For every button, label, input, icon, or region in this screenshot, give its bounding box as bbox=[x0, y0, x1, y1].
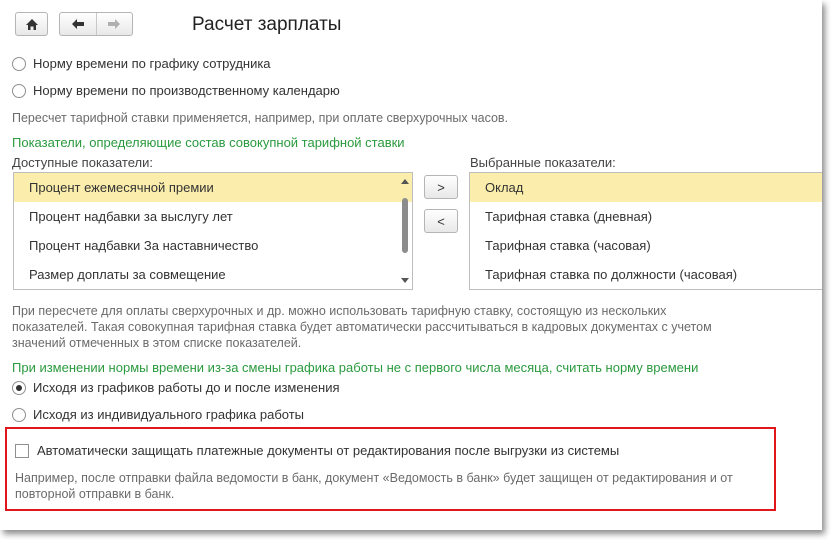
radio-button[interactable] bbox=[12, 407, 26, 422]
list-item[interactable]: Процент надбавки за выслугу лет bbox=[14, 202, 412, 231]
indicators-hint-line2: показателей. Такая совокупная тарифная с… bbox=[12, 320, 712, 334]
schedule-change-section-title: При изменении нормы времени из-за смены … bbox=[12, 360, 699, 375]
radio-label: Норму времени по производственному кален… bbox=[33, 83, 340, 98]
radio-button-checked[interactable] bbox=[12, 380, 26, 395]
list-item[interactable]: Оклад bbox=[470, 173, 822, 202]
list-item[interactable]: Тарифная ставка (дневная) bbox=[470, 202, 822, 231]
forward-button[interactable] bbox=[95, 13, 133, 35]
navigation-buttons bbox=[59, 12, 133, 36]
norm-by-schedule-option[interactable]: Норму времени по графику сотрудника bbox=[12, 56, 271, 71]
list-item[interactable]: Процент надбавки За наставничество bbox=[14, 231, 412, 260]
norm-by-calendar-option[interactable]: Норму времени по производственному кален… bbox=[12, 83, 340, 98]
selected-indicators-label: Выбранные показатели: bbox=[470, 155, 616, 170]
radio-button[interactable] bbox=[12, 56, 26, 71]
radio-button[interactable] bbox=[12, 83, 26, 98]
protect-documents-option[interactable]: Автоматически защищать платежные докумен… bbox=[15, 443, 619, 458]
norm-hint: Пересчет тарифной ставки применяется, на… bbox=[12, 111, 509, 125]
radio-label: Исходя из графиков работы до и после изм… bbox=[33, 380, 340, 395]
scroll-down-arrow-icon[interactable] bbox=[401, 278, 409, 283]
checkbox[interactable] bbox=[15, 443, 29, 458]
add-indicator-button[interactable]: > bbox=[424, 175, 458, 199]
protection-hint-line1: Например, после отправки файла ведомости… bbox=[15, 471, 733, 485]
checkbox-label: Автоматически защищать платежные докумен… bbox=[37, 443, 620, 458]
indicators-hint-line1: При пересчете для оплаты сверхурочных и … bbox=[12, 304, 667, 318]
selected-indicators-list[interactable]: Оклад Тарифная ставка (дневная) Тарифная… bbox=[469, 172, 822, 290]
protection-hint-line2: повторной отправки в банк. bbox=[15, 487, 175, 501]
indicators-hint-line3: значений отмеченных в этом списке показа… bbox=[12, 336, 302, 350]
home-icon bbox=[25, 18, 38, 30]
list-item[interactable]: Тарифная ставка по должности (часовая) bbox=[470, 260, 822, 289]
radio-label: Исходя из индивидуального графика работы bbox=[33, 407, 305, 422]
remove-indicator-button[interactable]: < bbox=[424, 209, 458, 233]
available-indicators-list[interactable]: Процент ежемесячной премии Процент надба… bbox=[13, 172, 413, 290]
by-individual-schedule-option[interactable]: Исходя из индивидуального графика работы bbox=[12, 407, 304, 422]
list-item[interactable]: Размер доплаты за совмещение bbox=[14, 260, 412, 289]
list-item[interactable]: Процент ежемесячной премии bbox=[14, 173, 412, 202]
arrow-left-icon bbox=[71, 19, 84, 29]
back-button[interactable] bbox=[60, 13, 96, 35]
home-button[interactable] bbox=[15, 12, 48, 36]
list-item[interactable]: Тарифная ставка (часовая) bbox=[470, 231, 822, 260]
settings-window: Расчет зарплаты Норму времени по графику… bbox=[0, 0, 822, 530]
arrow-right-icon bbox=[108, 19, 121, 29]
scrollbar-thumb[interactable] bbox=[402, 198, 408, 253]
indicators-section-title: Показатели, определяющие состав совокупн… bbox=[12, 135, 405, 150]
scrollbar[interactable] bbox=[399, 173, 410, 289]
scroll-up-arrow-icon[interactable] bbox=[401, 179, 409, 184]
page-title: Расчет зарплаты bbox=[192, 14, 342, 35]
available-indicators-label: Доступные показатели: bbox=[12, 155, 153, 170]
radio-label: Норму времени по графику сотрудника bbox=[33, 56, 271, 71]
by-schedules-option[interactable]: Исходя из графиков работы до и после изм… bbox=[12, 380, 340, 395]
